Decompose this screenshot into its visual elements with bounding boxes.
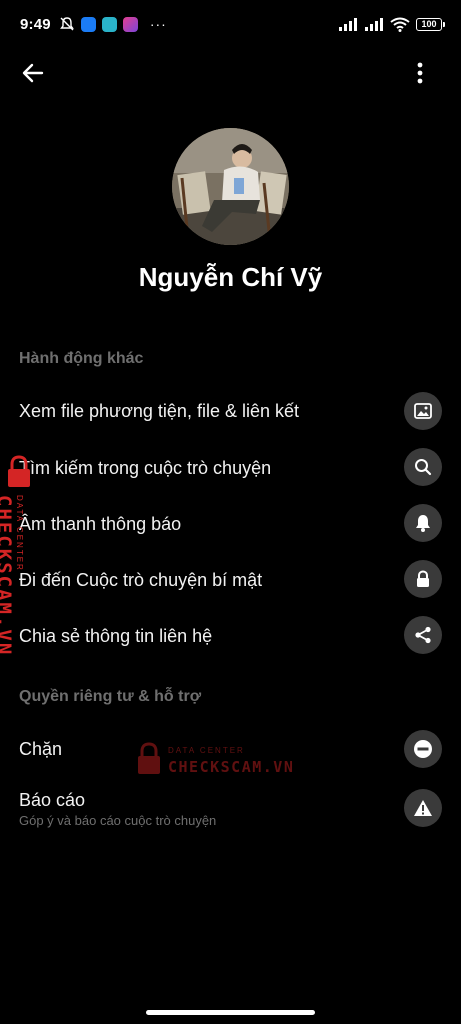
status-bar: 9:49 ··· 100 xyxy=(0,0,461,48)
watermark-vertical: DATA CENTER CHECKSCAM.VN xyxy=(0,455,50,656)
menu-item-secret-conversation[interactable]: Đi đến Cuộc trò chuyện bí mật xyxy=(0,551,461,607)
mute-icon xyxy=(59,17,74,31)
menu-item-notification-sound[interactable]: Âm thanh thông báo xyxy=(0,495,461,551)
back-button[interactable] xyxy=(16,56,50,90)
bell-icon[interactable] xyxy=(404,504,442,542)
app-icon xyxy=(122,16,138,32)
menu-item-label: Xem file phương tiện, file & liên kết xyxy=(19,401,299,421)
arrow-left-icon xyxy=(22,63,44,83)
watermark-brand: CHECKSCAM.VN xyxy=(0,495,15,657)
warning-icon[interactable] xyxy=(404,789,442,827)
watermark-vertical-text: DATA CENTER CHECKSCAM.VN xyxy=(0,495,24,656)
share-icon[interactable] xyxy=(404,616,442,654)
signal-icon xyxy=(339,18,357,31)
section-title-privacy: Quyền riêng tư & hỗ trợ xyxy=(19,688,202,705)
menu-item-report[interactable]: Báo cáo Góp ý và báo cáo cuộc trò chuyện xyxy=(0,780,461,836)
more-vertical-icon xyxy=(417,62,423,84)
zalo-app-icon xyxy=(80,16,96,32)
menu-item-label: Báo cáo xyxy=(19,790,86,810)
signal-icon xyxy=(365,18,383,31)
menu-item-label: Chặn xyxy=(19,739,63,759)
battery-level: 100 xyxy=(416,17,442,31)
home-indicator[interactable] xyxy=(146,1010,315,1015)
search-icon[interactable] xyxy=(404,448,442,486)
top-bar xyxy=(0,48,461,96)
app-icon xyxy=(101,16,117,32)
image-icon[interactable] xyxy=(404,392,442,430)
section-title-more-actions: Hành động khác xyxy=(19,350,144,367)
lock-icon[interactable] xyxy=(404,560,442,598)
status-system-icons: 100 xyxy=(338,17,445,32)
profile-name: Nguyễn Chí Vỹ xyxy=(138,262,323,292)
profile-avatar[interactable] xyxy=(172,128,289,245)
block-icon[interactable] xyxy=(404,730,442,768)
watermark-center: DATA CENTER CHECKSCAM.VN xyxy=(136,740,306,780)
status-notification-icons: ··· xyxy=(59,16,167,32)
watermark-tag: DATA CENTER xyxy=(15,495,24,572)
menu-item-share-contact[interactable]: Chia sẻ thông tin liên hệ xyxy=(0,607,461,663)
menu-item-label: Tìm kiếm trong cuộc trò chuyện xyxy=(19,458,272,478)
battery-icon: 100 xyxy=(416,17,445,31)
menu-item-search-conversation[interactable]: Tìm kiếm trong cuộc trò chuyện xyxy=(0,439,461,495)
status-time: 9:49 xyxy=(20,15,51,33)
avatar-photo xyxy=(172,128,289,245)
menu-item-subtitle: Góp ý và báo cáo cuộc trò chuyện xyxy=(19,813,217,828)
watermark-lock-icon xyxy=(138,742,160,774)
watermark-brand: CHECKSCAM.VN xyxy=(168,758,295,776)
more-notifications-indicator: ··· xyxy=(149,16,167,32)
more-options-button[interactable] xyxy=(403,56,437,90)
watermark-tag: DATA CENTER xyxy=(168,746,245,755)
wifi-icon xyxy=(390,17,410,32)
menu-item-label: Đi đến Cuộc trò chuyện bí mật xyxy=(19,570,263,590)
menu-item-view-media[interactable]: Xem file phương tiện, file & liên kết xyxy=(0,383,461,439)
watermark-lock-icon xyxy=(8,455,30,487)
